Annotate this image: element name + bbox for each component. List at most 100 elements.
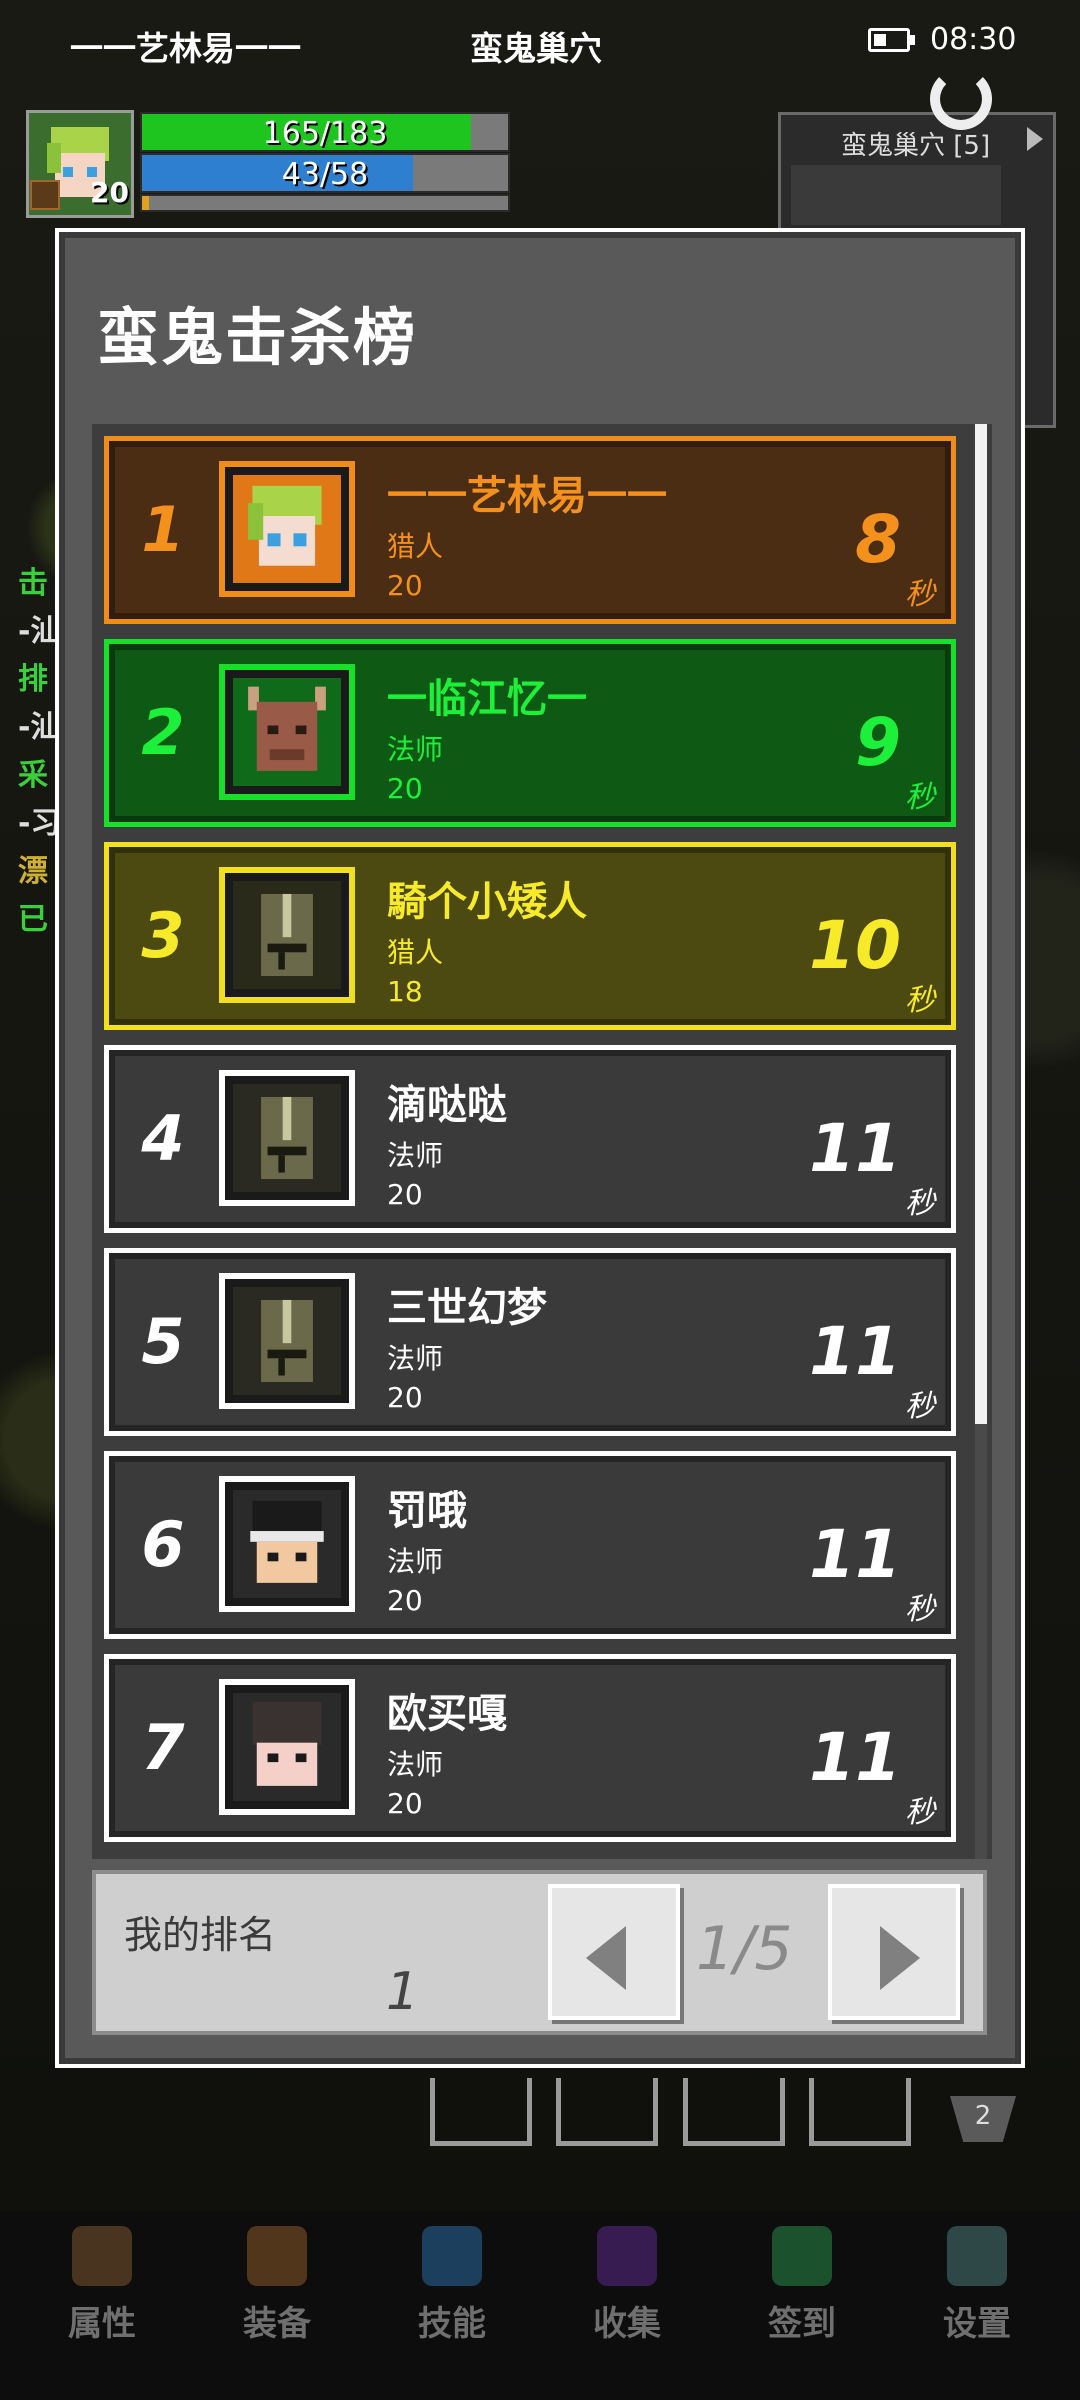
player-class: 猎人	[387, 530, 444, 563]
player-avatar[interactable]	[219, 1273, 355, 1409]
player-name: 滴哒哒	[387, 1082, 507, 1128]
bag-icon	[247, 2226, 307, 2286]
gear-icon	[947, 2226, 1007, 2286]
knight-helmet-icon	[233, 881, 341, 989]
kill-time: 11	[809, 1719, 901, 1796]
expand-arrow-icon[interactable]	[1027, 127, 1043, 151]
refresh-icon[interactable]	[930, 68, 992, 130]
player-avatar[interactable]	[219, 461, 355, 597]
quick-slot[interactable]	[556, 2078, 658, 2146]
time-unit: 秒	[905, 1795, 935, 1830]
knight-helmet-icon	[233, 1287, 341, 1395]
skill-gem-icon	[422, 2226, 482, 2286]
rank-number: 5	[141, 1305, 185, 1378]
hp-bar: 165/183	[140, 112, 510, 152]
scrollbar-thumb[interactable]	[975, 424, 987, 1424]
nav-label: 设置	[943, 2304, 1011, 2344]
my-rank-panel: 我的排名 1 1/5	[92, 1870, 987, 2035]
emerald-icon	[772, 2226, 832, 2286]
leaderboard-row[interactable]: 5 三世幻梦 法师 20 11 秒	[104, 1248, 956, 1436]
quick-slot[interactable]	[683, 2078, 785, 2146]
quick-slot[interactable]	[430, 2078, 532, 2146]
leaderboard-list[interactable]: 1 一一艺林易一一 猎人 20 8 秒 2 一临江忆一 法师 20 9 秒 3 …	[92, 424, 992, 1859]
nav-settings[interactable]: 设置	[887, 2210, 1067, 2400]
nav-checkin[interactable]: 签到	[712, 2210, 892, 2400]
side-panel-content	[791, 165, 1001, 225]
nav-label: 属性	[68, 2304, 136, 2344]
leaderboard-row[interactable]: 7 欧买嘎 法师 20 11 秒	[104, 1654, 956, 1842]
player-level: 20	[387, 1178, 423, 1211]
time-unit: 秒	[905, 1592, 935, 1627]
time-unit: 秒	[905, 983, 935, 1018]
nav-attributes[interactable]: 属性	[12, 2210, 192, 2400]
area-name: 蛮鬼巢穴	[470, 29, 602, 68]
player-class: 法师	[387, 1342, 444, 1375]
kill-time: 9	[855, 704, 901, 781]
player-name: 一临江忆一	[387, 676, 587, 722]
time-unit: 秒	[905, 780, 935, 815]
leaderboard-row[interactable]: 1 一一艺林易一一 猎人 20 8 秒	[104, 436, 956, 624]
rank-number: 2	[141, 696, 185, 769]
xp-bar	[140, 194, 510, 212]
quick-slot[interactable]	[809, 2078, 911, 2146]
rank-number: 4	[141, 1102, 185, 1175]
player-title: 一一艺林易一一	[70, 29, 301, 68]
mp-bar: 43/58	[140, 153, 510, 193]
player-class: 猎人	[387, 936, 444, 969]
nav-label: 收集	[593, 2304, 661, 2344]
kill-time: 10	[809, 907, 901, 984]
side-panel-title: 蛮鬼巢穴 [5]	[841, 131, 991, 161]
knight-helmet-icon	[233, 1084, 341, 1192]
nav-collection[interactable]: 收集	[537, 2210, 717, 2400]
headband-avatar-icon	[233, 1490, 341, 1598]
nav-skills[interactable]: 技能	[362, 2210, 542, 2400]
nav-label: 装备	[243, 2304, 311, 2344]
player-level: 20	[387, 1787, 423, 1820]
player-avatar[interactable]	[219, 664, 355, 800]
dialog-title: 蛮鬼击杀榜	[97, 301, 418, 374]
player-name: 欧买嘎	[387, 1691, 507, 1737]
leaderboard-row[interactable]: 4 滴哒哒 法师 20 11 秒	[104, 1045, 956, 1233]
player-level: 18	[387, 975, 423, 1008]
leaderboard-row[interactable]: 6 罚哦 法师 20 11 秒	[104, 1451, 956, 1639]
rank-number: 7	[141, 1711, 185, 1784]
inventory-mini-icon[interactable]	[30, 180, 60, 210]
player-level: 20	[387, 569, 423, 602]
kill-time: 11	[809, 1313, 901, 1390]
time-unit: 秒	[905, 1186, 935, 1221]
player-name: 罚哦	[387, 1488, 467, 1534]
player-name: 騎个小矮人	[387, 879, 587, 925]
my-rank-label: 我的排名	[124, 1913, 277, 1957]
rank-number: 3	[141, 899, 185, 972]
time-unit: 秒	[905, 577, 935, 612]
mp-text: 43/58	[281, 157, 369, 192]
player-avatar[interactable]	[219, 1070, 355, 1206]
prev-page-button[interactable]	[548, 1884, 680, 2020]
nav-label: 技能	[418, 2304, 486, 2344]
player-avatar[interactable]	[219, 867, 355, 1003]
battery-icon	[868, 28, 915, 52]
player-class: 法师	[387, 1139, 444, 1172]
arrow-right-icon	[880, 1926, 920, 1990]
next-page-button[interactable]	[828, 1884, 960, 2020]
leaderboard-row[interactable]: 3 騎个小矮人 猎人 18 10 秒	[104, 842, 956, 1030]
helmet-icon	[72, 2226, 132, 2286]
rank-number: 1	[141, 493, 185, 566]
bottom-navigation: 属性 装备 技能 收集 签到 设置	[0, 2210, 1080, 2400]
player-avatar[interactable]	[219, 1476, 355, 1612]
kill-time: 11	[809, 1516, 901, 1593]
nav-label: 签到	[768, 2304, 836, 2344]
leaderboard-row[interactable]: 2 一临江忆一 法师 20 9 秒	[104, 639, 956, 827]
player-level: 20	[90, 176, 129, 209]
arrow-left-icon	[586, 1926, 626, 1990]
player-name: 三世幻梦	[387, 1285, 547, 1331]
player-avatar[interactable]	[219, 1679, 355, 1815]
nav-equipment[interactable]: 装备	[187, 2210, 367, 2400]
kill-leaderboard-dialog: 蛮鬼击杀榜 1 一一艺林易一一 猎人 20 8 秒 2 一临江忆一 法师 20 …	[55, 228, 1025, 2068]
minotaur-avatar-icon	[233, 678, 341, 786]
elf-avatar-icon	[233, 475, 341, 583]
rank-number: 6	[141, 1508, 185, 1581]
list-scrollbar[interactable]	[975, 424, 987, 1859]
hp-text: 165/183	[262, 116, 388, 151]
player-class: 法师	[387, 1748, 444, 1781]
